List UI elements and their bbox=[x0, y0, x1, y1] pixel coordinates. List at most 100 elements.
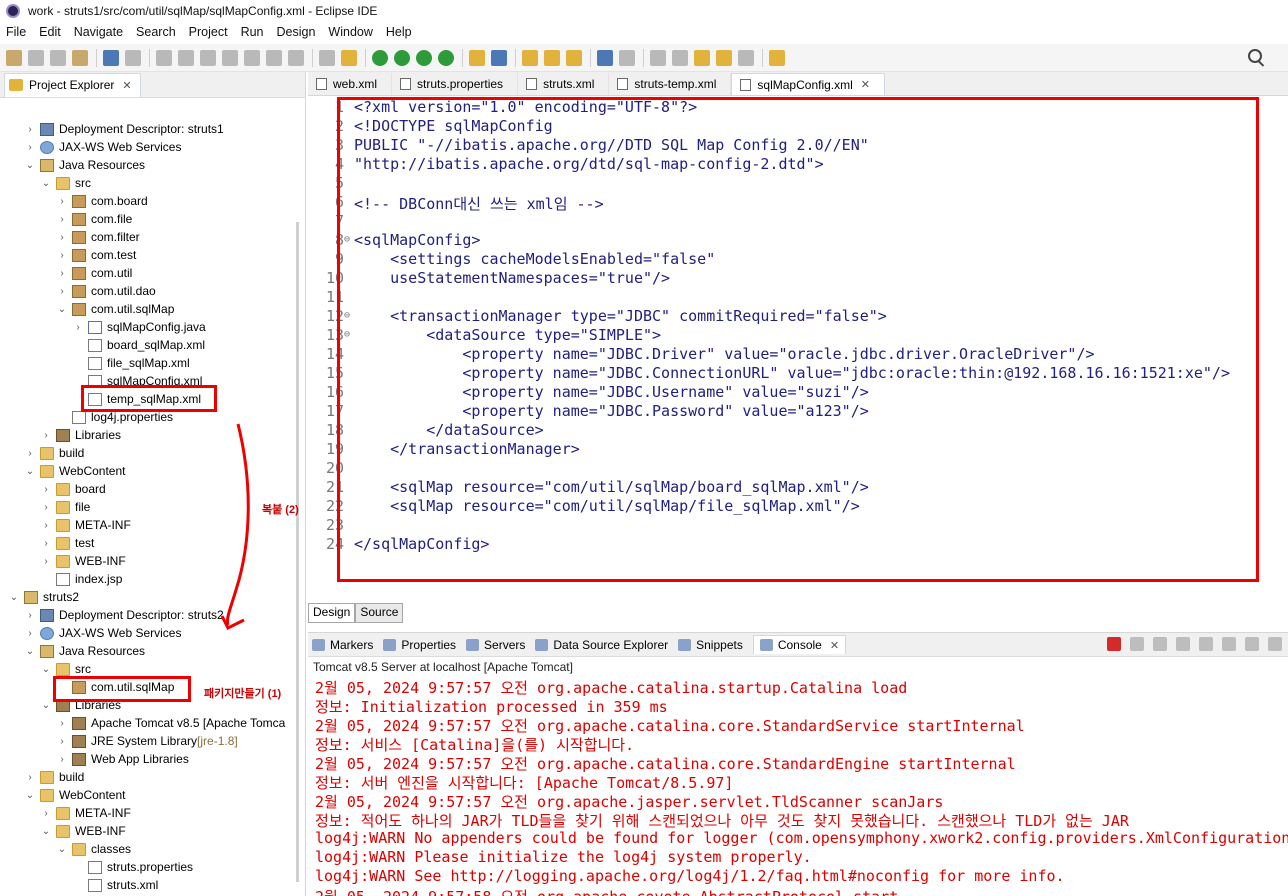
chevron-right-icon[interactable]: › bbox=[56, 754, 68, 765]
tree-item[interactable]: ⌄ WEB-INF bbox=[40, 822, 126, 840]
scroll-lock-icon[interactable] bbox=[1199, 637, 1213, 651]
tree-item[interactable]: › META-INF bbox=[40, 516, 130, 534]
tree-item[interactable]: ⌄ WebContent bbox=[24, 786, 126, 804]
tree-item[interactable]: struts.properties bbox=[72, 858, 193, 876]
console-tab[interactable]: Properties bbox=[383, 638, 456, 652]
tree-item[interactable]: ⌄ Java Resources bbox=[24, 642, 145, 660]
console-output[interactable]: 2월 05, 2024 9:57:57 오전 org.apache.catali… bbox=[308, 677, 1288, 896]
chevron-right-icon[interactable]: › bbox=[56, 196, 68, 207]
tree-item[interactable]: ⌄ WebContent bbox=[24, 462, 126, 480]
tree-item[interactable]: com.util.sqlMap bbox=[56, 678, 174, 696]
resume-icon[interactable] bbox=[156, 49, 172, 66]
console-tab[interactable]: Servers bbox=[466, 638, 525, 652]
tree-item[interactable]: › test bbox=[40, 534, 94, 552]
vertical-scrollbar[interactable] bbox=[296, 222, 299, 882]
tree-item[interactable]: log4j.properties bbox=[56, 408, 173, 426]
chevron-down-icon[interactable]: ⌄ bbox=[24, 160, 36, 171]
back-icon[interactable] bbox=[716, 49, 732, 66]
tree-item[interactable]: › com.file bbox=[56, 210, 132, 228]
tree-item[interactable]: › com.util.dao bbox=[56, 282, 155, 300]
console-tab[interactable]: Snippets bbox=[678, 638, 743, 652]
search-tool-icon[interactable] bbox=[566, 49, 582, 66]
tree-item[interactable]: › META-INF bbox=[40, 804, 130, 822]
tree-item[interactable]: › WEB-INF bbox=[40, 552, 125, 570]
editor-tab[interactable]: struts-temp.xml bbox=[609, 73, 732, 95]
step-into-icon[interactable] bbox=[244, 49, 260, 66]
menu-window[interactable]: Window bbox=[328, 25, 372, 39]
chevron-right-icon[interactable]: › bbox=[40, 430, 52, 441]
tree-item[interactable]: › Deployment Descriptor: struts1 bbox=[24, 120, 223, 138]
tab-design[interactable]: Design bbox=[308, 603, 356, 623]
editor-tab[interactable]: sqlMapConfig.xml ✕ bbox=[731, 73, 886, 95]
new-class-icon[interactable] bbox=[491, 49, 507, 66]
chevron-right-icon[interactable]: › bbox=[56, 736, 68, 747]
close-icon[interactable]: ✕ bbox=[861, 78, 870, 91]
open-task-icon[interactable] bbox=[544, 49, 560, 66]
chevron-right-icon[interactable]: › bbox=[40, 538, 52, 549]
tab-source[interactable]: Source bbox=[355, 603, 404, 623]
chevron-right-icon[interactable]: › bbox=[24, 628, 36, 639]
remove-launch-icon[interactable] bbox=[1130, 637, 1144, 651]
tree-item[interactable]: › JAX-WS Web Services bbox=[24, 624, 181, 642]
chevron-down-icon[interactable]: ⌄ bbox=[40, 826, 52, 837]
tree-item[interactable]: › build bbox=[24, 768, 84, 786]
chevron-right-icon[interactable]: › bbox=[56, 286, 68, 297]
chevron-down-icon[interactable]: ⌄ bbox=[24, 646, 36, 657]
external-tools-icon[interactable] bbox=[438, 49, 454, 66]
sync-icon[interactable] bbox=[619, 49, 635, 66]
editor-tab[interactable]: web.xml bbox=[308, 73, 393, 95]
tree-item[interactable]: › JRE System Library [jre-1.8] bbox=[56, 732, 237, 750]
save-all-icon[interactable] bbox=[50, 49, 66, 66]
tree-item[interactable]: index.jsp bbox=[40, 570, 122, 588]
editor-tab[interactable]: struts.properties bbox=[392, 73, 519, 95]
tree-item[interactable]: › Web App Libraries bbox=[56, 750, 189, 768]
tree-item[interactable]: › sqlMapConfig.java bbox=[72, 318, 205, 336]
chevron-right-icon[interactable]: › bbox=[56, 268, 68, 279]
next-annotation-icon[interactable] bbox=[650, 49, 666, 66]
editor-tab[interactable]: struts.xml bbox=[518, 73, 610, 95]
tree-item[interactable]: › board bbox=[40, 480, 105, 498]
new-icon[interactable] bbox=[6, 49, 22, 66]
chevron-right-icon[interactable]: › bbox=[24, 448, 36, 459]
tree-item[interactable]: › Deployment Descriptor: struts2 bbox=[24, 606, 223, 624]
chevron-down-icon[interactable]: ⌄ bbox=[40, 664, 52, 675]
previous-annotation-icon[interactable] bbox=[672, 49, 688, 66]
chevron-right-icon[interactable]: › bbox=[40, 556, 52, 567]
close-icon[interactable]: ✕ bbox=[122, 79, 131, 92]
pin-editor-icon[interactable] bbox=[769, 49, 785, 66]
tree-item[interactable]: sqlMapConfig.xml bbox=[72, 372, 202, 390]
chevron-right-icon[interactable]: › bbox=[56, 718, 68, 729]
chevron-right-icon[interactable]: › bbox=[56, 250, 68, 261]
step-return-icon[interactable] bbox=[288, 49, 304, 66]
suspend-icon[interactable] bbox=[178, 49, 194, 66]
web-browser-icon[interactable] bbox=[597, 49, 613, 66]
run-icon[interactable] bbox=[394, 49, 410, 66]
tree-item[interactable]: ⌄ Libraries bbox=[40, 696, 121, 714]
chevron-right-icon[interactable]: › bbox=[72, 322, 84, 333]
tree-item[interactable]: struts.xml bbox=[72, 876, 158, 894]
menu-edit[interactable]: Edit bbox=[39, 25, 61, 39]
open-type-icon[interactable] bbox=[522, 49, 538, 66]
chevron-down-icon[interactable]: ⌄ bbox=[40, 700, 52, 711]
tree-item[interactable]: ⌄ com.util.sqlMap bbox=[56, 300, 175, 318]
tree-item[interactable]: › build bbox=[24, 444, 84, 462]
fold-icon[interactable]: ⊖ bbox=[344, 310, 350, 321]
chevron-right-icon[interactable]: › bbox=[40, 808, 52, 819]
menu-navigate[interactable]: Navigate bbox=[74, 25, 123, 39]
menu-run[interactable]: Run bbox=[241, 25, 264, 39]
terminal-icon[interactable] bbox=[103, 49, 119, 66]
menu-design[interactable]: Design bbox=[277, 25, 316, 39]
tab-project-explorer[interactable]: Project Explorer ✕ bbox=[4, 72, 141, 97]
chevron-down-icon[interactable]: ⌄ bbox=[24, 466, 36, 477]
tree-item[interactable]: › Libraries bbox=[40, 426, 121, 444]
tree-item[interactable]: › file bbox=[40, 498, 90, 516]
menu-file[interactable]: File bbox=[6, 25, 26, 39]
tree-item[interactable]: ⌄ src bbox=[40, 660, 91, 678]
fold-icon[interactable]: ⊖ bbox=[344, 329, 350, 340]
tree-item[interactable]: › com.board bbox=[56, 192, 147, 210]
close-icon[interactable]: ✕ bbox=[830, 639, 839, 652]
menu-search[interactable]: Search bbox=[136, 25, 176, 39]
save-icon[interactable] bbox=[28, 49, 44, 66]
terminate-icon[interactable] bbox=[200, 49, 216, 66]
coverage-icon[interactable] bbox=[416, 49, 432, 66]
